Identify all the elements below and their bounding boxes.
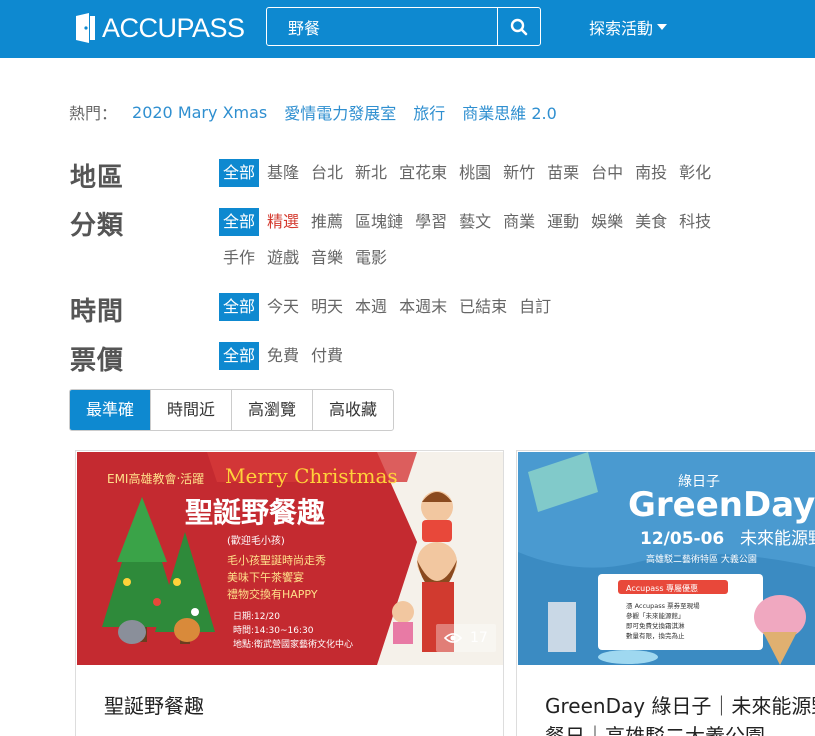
poster-bullet: 毛小孩聖誕時尚走秀 [227, 553, 326, 567]
price-options: 全部 免費 付費 [219, 342, 351, 370]
time-option[interactable]: 今天 [263, 293, 303, 321]
category-title: 分類 [70, 211, 125, 241]
poster-venue: 高雄駁二藝術特區 大義公園 [646, 553, 757, 565]
poster-date: 日期:12/20 [233, 611, 280, 622]
hot-label: 熱門： [69, 104, 118, 123]
category-option[interactable]: 音樂 [307, 244, 347, 272]
poster-promo: Accupass 專屬優惠 [626, 583, 698, 593]
time-option[interactable]: 已結束 [455, 293, 511, 321]
time-option[interactable]: 明天 [307, 293, 347, 321]
top-navbar: ACCUPASS 探索活動 [0, 0, 815, 58]
poster-place: 地點:衛武營國家藝術文化中心 [233, 638, 353, 650]
search-input[interactable] [267, 8, 497, 45]
region-option[interactable]: 南投 [631, 159, 671, 187]
price-option[interactable]: 全部 [219, 342, 260, 370]
category-option[interactable]: 電影 [351, 244, 391, 272]
eye-icon [444, 633, 462, 643]
sort-tab-most-viewed[interactable]: 高瀏覽 [232, 390, 314, 430]
hot-link[interactable]: 旅行 [413, 100, 445, 124]
sort-tabs: 最準確 時間近 高瀏覽 高收藏 [69, 389, 395, 431]
region-option[interactable]: 全部 [219, 159, 260, 187]
poster-bullet: 美味下午茶饗宴 [227, 570, 304, 584]
category-option[interactable]: 全部 [219, 208, 260, 236]
region-option[interactable]: 台北 [307, 159, 347, 187]
poster-big: GreenDay [628, 485, 815, 525]
hot-link[interactable]: 商業思維 2.0 [462, 100, 557, 124]
category-options: 全部 精選 推薦 區塊鏈 學習 藝文 商業 運動 娛樂 美食 科技 [219, 208, 719, 236]
poster-tagline: 未來能源野餐 [740, 529, 815, 549]
region-title: 地區 [70, 163, 125, 193]
hot-link[interactable]: 愛情電力發展室 [284, 100, 396, 124]
hot-keywords: 熱門： 2020 Mary Xmas 愛情電力發展室 旅行 商業思維 2.0 [69, 100, 574, 124]
category-option[interactable]: 學習 [411, 208, 451, 236]
event-poster-image: 綠日子 GreenDay 12/05-06 未來能源野餐 高雄駁二藝術特區 大義… [518, 452, 815, 665]
category-option[interactable]: 娛樂 [587, 208, 627, 236]
region-option[interactable]: 基隆 [263, 159, 303, 187]
event-card[interactable]: 綠日子 GreenDay 12/05-06 未來能源野餐 高雄駁二藝術特區 大義… [516, 450, 815, 736]
region-option[interactable]: 彰化 [675, 159, 715, 187]
category-options-row2: 手作 遊戲 音樂 電影 [219, 244, 395, 272]
category-option[interactable]: 商業 [499, 208, 539, 236]
logo-door-icon [74, 13, 96, 43]
time-title: 時間 [70, 297, 125, 327]
explore-menu[interactable]: 探索活動 [589, 15, 668, 39]
poster-promo-line: 參觀「未來能源館」 [626, 611, 685, 620]
price-option[interactable]: 免費 [263, 342, 303, 370]
hot-link[interactable]: 2020 Mary Xmas [132, 103, 267, 122]
category-option[interactable]: 科技 [675, 208, 715, 236]
time-option[interactable]: 本週末 [395, 293, 451, 321]
search-button[interactable] [497, 8, 540, 45]
poster-banner: Merry Christmas [225, 464, 398, 488]
category-option[interactable]: 手作 [219, 244, 259, 272]
view-count: 17 [470, 630, 488, 646]
poster-promo-line: 數量有限，換完為止 [626, 631, 685, 640]
region-options: 全部 基隆 台北 新北 宜花東 桃園 新竹 苗栗 台中 南投 彰化 [219, 159, 719, 187]
poster-time: 時間:14:30~16:30 [233, 625, 314, 636]
category-option[interactable]: 美食 [631, 208, 671, 236]
region-option[interactable]: 新北 [351, 159, 391, 187]
time-option[interactable]: 全部 [219, 293, 260, 321]
event-title[interactable]: GreenDay 綠日子｜未來能源野餐日｜高雄駁二大義公園 [545, 691, 815, 736]
region-option[interactable]: 宜花東 [395, 159, 451, 187]
time-option[interactable]: 本週 [351, 293, 391, 321]
region-option[interactable]: 新竹 [499, 159, 539, 187]
category-option[interactable]: 運動 [543, 208, 583, 236]
poster-org: EMI高雄教會‧活躍 [107, 471, 204, 486]
category-option[interactable]: 藝文 [455, 208, 495, 236]
search-box [266, 7, 541, 46]
category-option-featured[interactable]: 精選 [263, 208, 303, 236]
caret-down-icon [657, 24, 668, 30]
price-title: 票價 [70, 346, 125, 376]
region-option[interactable]: 苗栗 [543, 159, 583, 187]
category-option[interactable]: 區塊鏈 [351, 208, 407, 236]
sort-tab-most-saved[interactable]: 高收藏 [313, 390, 393, 430]
region-option[interactable]: 台中 [587, 159, 627, 187]
sort-tab-relevance[interactable]: 最準確 [70, 390, 152, 430]
poster-dates: 12/05-06 [640, 529, 724, 549]
price-option[interactable]: 付費 [307, 342, 347, 370]
time-options: 全部 今天 明天 本週 本週末 已結束 自訂 [219, 293, 559, 321]
poster-headline: 聖誕野餐趣 [185, 496, 325, 529]
sort-tab-nearest-time[interactable]: 時間近 [151, 390, 233, 430]
category-option[interactable]: 遊戲 [263, 244, 303, 272]
brand-name: ACCUPASS [102, 12, 245, 43]
explore-label: 探索活動 [589, 19, 654, 38]
poster-promo-line: 即可免費兌換霜淇淋 [626, 621, 685, 630]
category-option[interactable]: 推薦 [307, 208, 347, 236]
poster-promo-line: 憑 Accupass 票券至現場 [626, 601, 700, 610]
search-icon [510, 18, 528, 35]
poster-welcome: (歡迎毛小孩) [227, 534, 285, 547]
view-count-badge: 17 [436, 624, 496, 652]
event-card[interactable]: EMI高雄教會‧活躍 Merry Christmas 聖誕野餐趣 (歡迎毛小孩)… [75, 450, 504, 736]
time-option[interactable]: 自訂 [515, 293, 555, 321]
region-option[interactable]: 桃園 [455, 159, 495, 187]
event-title[interactable]: 聖誕野餐趣 [104, 691, 503, 721]
accupass-logo[interactable]: ACCUPASS [74, 12, 245, 44]
poster-bullet: 禮物交換有HAPPY [227, 587, 318, 601]
